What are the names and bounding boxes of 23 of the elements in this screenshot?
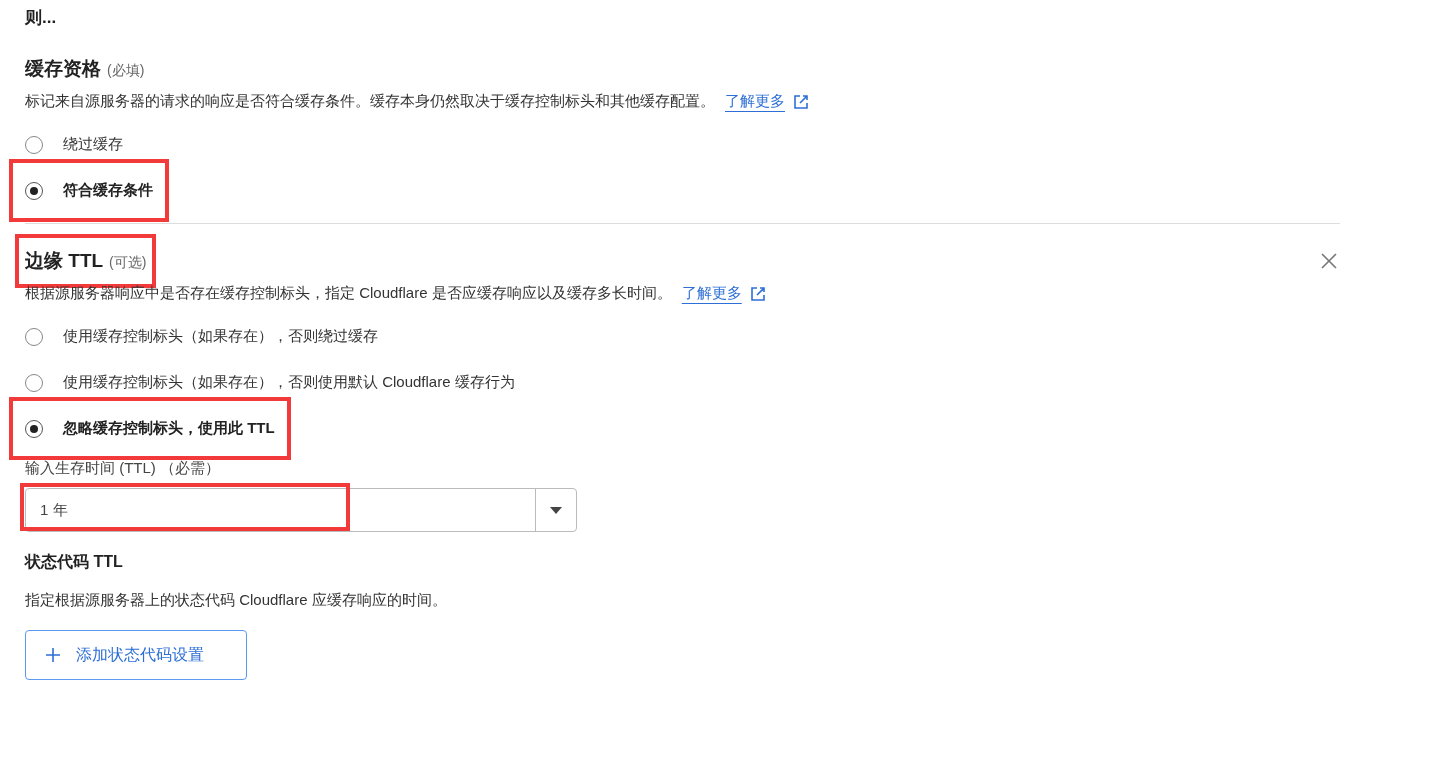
radio-option[interactable]: 绕过缓存: [25, 129, 123, 160]
learn-more-link[interactable]: 了解更多: [725, 92, 809, 111]
external-link-icon: [793, 93, 809, 110]
external-link-icon: [749, 285, 766, 302]
field-qualifier: (必填): [107, 62, 145, 80]
radio-option[interactable]: 符合缓存条件: [25, 175, 153, 206]
learn-more-link[interactable]: 了解更多: [681, 284, 766, 303]
radio-option[interactable]: 使用缓存控制标头（如果存在），否则使用默认 Cloudflare 缓存行为: [25, 367, 515, 398]
plus-icon: [46, 648, 60, 662]
section-title: 边缘 TTL: [25, 249, 104, 273]
section-description: 标记来自源服务器的请求的响应是否符合缓存条件。缓存本身仍然取决于缓存控制标头和其他缓存配置。: [25, 92, 715, 111]
rule-heading: 则...: [25, 7, 58, 29]
field-label: 输入生存时间 (TTL) （必需）: [25, 459, 221, 478]
subsection-title: 状态代码 TTL: [25, 552, 124, 572]
caret-icon: [550, 506, 562, 514]
subsection-description: 指定根据源服务器上的状态代码 Cloudflare 应缓存响应的时间。: [25, 591, 448, 610]
section-description: 根据源服务器响应中是否存在缓存控制标头，指定 Cloudflare 是否应缓存响应以及缓存多长时间。: [25, 284, 672, 303]
ttl-select[interactable]: 1 年: [25, 488, 577, 532]
radio-option[interactable]: 使用缓存控制标头（如果存在），否则绕过缓存: [25, 321, 378, 352]
add-button[interactable]: 添加状态代码设置: [25, 630, 247, 680]
section-title: 缓存资格: [25, 57, 101, 81]
radio-option[interactable]: 忽略缓存控制标头，使用此 TTL: [25, 413, 275, 444]
field-qualifier: (可选): [109, 254, 147, 272]
